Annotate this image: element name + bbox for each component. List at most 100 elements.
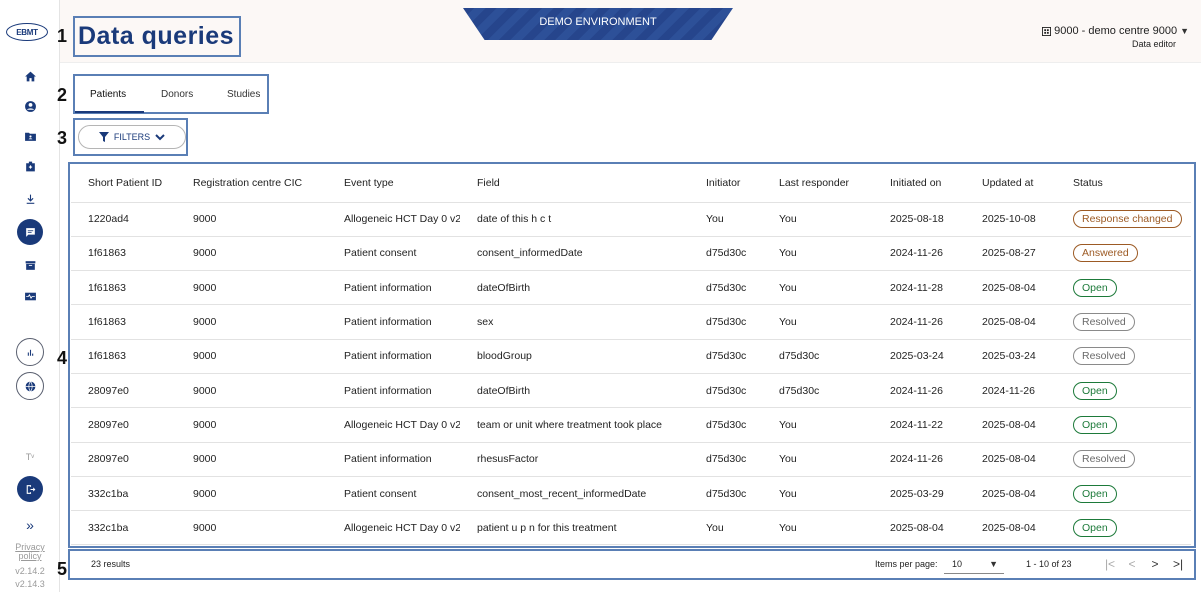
message-icon[interactable] [17,219,43,245]
health-card-icon[interactable] [18,284,42,308]
sidebar: EBMT Tᵛ » Privacy policy v2.14.2 v2.14.3 [0,0,60,592]
table-row[interactable]: 28097e0 9000 Allogeneic HCT Day 0 v2 team o… [71,407,1191,443]
step-number: 4 [57,348,68,368]
cell-last-responder: You [762,304,873,340]
chevron-down-icon [155,133,165,140]
table-row[interactable]: 1f61863 9000 Patient information dateOfBirt… [71,270,1191,306]
cell-event-type: Patient information [327,442,460,477]
page-title: Data queries [73,16,241,57]
home-icon[interactable] [18,64,42,88]
table-row[interactable]: 28097e0 9000 Patient information rhesusFact… [71,442,1191,477]
cell-event-type: Allogeneic HCT Day 0 v2 [327,510,460,546]
first-page-button[interactable]: |< [1100,555,1120,573]
cell-field: consent_most_recent_informedDate [460,476,689,512]
column-header[interactable]: Initiator [689,164,762,203]
cell-initiator: d75d30c [689,407,762,443]
cell-initiated-on: 2025-03-29 [873,476,965,512]
table-row[interactable]: 28097e0 9000 Patient information dateOfBirt… [71,373,1191,409]
cell-initiator: You [689,202,762,237]
cell-registration-cic: 9000 [176,407,327,443]
text-size-toggle[interactable]: Tᵛ [0,452,60,462]
cell-updated-at: 2025-08-27 [965,236,1056,272]
queries-table: Short Patient ID Registration centre CIC… [71,164,1191,546]
ebmt-logo[interactable]: EBMT [6,23,48,41]
medical-bag-icon[interactable] [18,154,42,178]
cell-updated-at: 2024-11-26 [965,373,1056,409]
table-row[interactable]: 332c1ba 9000 Allogeneic HCT Day 0 v2 patien… [71,510,1191,546]
cell-status: Open [1056,510,1191,546]
cell-initiated-on: 2025-08-18 [873,202,965,237]
cell-event-type: Allogeneic HCT Day 0 v2 [327,202,460,237]
cell-registration-cic: 9000 [176,510,327,546]
cell-patient-id: 1f61863 [71,339,176,374]
filters-button[interactable]: FILTERS [78,125,186,149]
step-number: 5 [57,559,68,579]
bar-chart-icon[interactable] [16,338,44,366]
cell-status: Open [1056,373,1191,409]
cell-field: dateOfBirth [460,270,689,306]
table-header-row: Short Patient ID Registration centre CIC… [71,164,1191,203]
cell-initiated-on: 2024-11-26 [873,373,965,409]
logout-icon[interactable] [17,476,43,502]
cell-field: sex [460,304,689,340]
cell-event-type: Patient information [327,373,460,409]
cell-last-responder: You [762,202,873,237]
cell-event-type: Patient consent [327,476,460,512]
cell-registration-cic: 9000 [176,339,327,374]
column-header[interactable]: Field [460,164,689,203]
download-icon[interactable] [18,187,42,211]
step-number: 3 [57,128,68,148]
caret-down-icon: ▼ [1180,26,1189,36]
logo-text: EBMT [16,27,38,37]
cell-status: Resolved [1056,304,1191,340]
active-tab-indicator [75,111,144,113]
column-header[interactable]: Updated at [965,164,1056,203]
table-body: 1220ad4 9000 Allogeneic HCT Day 0 v2 date o… [71,202,1191,546]
tab-patients[interactable]: Patients [90,89,126,100]
column-header[interactable]: Status [1056,164,1191,203]
table-row[interactable]: 1f61863 9000 Patient consent consent_inform… [71,236,1191,272]
centre-selector[interactable]: 9000 - demo centre 9000 ▼ Data editor [1042,25,1189,49]
cell-field: team or unit where treatment took place [460,407,689,443]
cell-updated-at: 2025-08-04 [965,304,1056,340]
expand-sidebar-button[interactable]: » [0,517,60,533]
cell-initiated-on: 2024-11-26 [873,442,965,477]
cell-field: date of this h c t [460,202,689,237]
status-badge: Open [1073,381,1117,400]
column-header[interactable]: Last responder [762,164,873,203]
cell-last-responder: d75d30c [762,373,873,409]
privacy-policy-link[interactable]: Privacy policy [14,543,46,561]
column-header[interactable]: Initiated on [873,164,965,203]
archive-icon[interactable] [18,253,42,277]
folder-user-icon[interactable] [18,124,42,148]
account-icon[interactable] [18,94,42,118]
items-per-page-label: Items per page: [875,559,938,569]
table-row[interactable]: 1f61863 9000 Patient information sex d75d30c… [71,304,1191,340]
cell-updated-at: 2025-08-04 [965,476,1056,512]
user-role: Data editor [1131,39,1176,49]
globe-icon[interactable] [16,372,44,400]
filter-icon [98,132,109,142]
cell-field: bloodGroup [460,339,689,374]
tab-studies[interactable]: Studies [227,89,260,100]
cell-initiator: d75d30c [689,304,762,340]
column-header[interactable]: Registration centre CIC [176,164,327,203]
cell-registration-cic: 9000 [176,476,327,512]
column-header[interactable]: Short Patient ID [71,164,176,203]
table-row[interactable]: 332c1ba 9000 Patient consent consent_most_r… [71,476,1191,512]
table-row[interactable]: 1f61863 9000 Patient information bloodGroup… [71,339,1191,374]
cell-initiator: You [689,510,762,546]
cell-status: Resolved [1056,442,1191,477]
filters-section: FILTERS [73,118,188,156]
tab-donors[interactable]: Donors [161,89,193,100]
paginator: 23 results Items per page: 10 ▼ 1 - 10 o… [68,549,1196,580]
cell-initiator: d75d30c [689,339,762,374]
cell-status: Open [1056,407,1191,443]
last-page-button[interactable]: >| [1168,555,1188,573]
previous-page-button[interactable]: < [1122,555,1142,573]
cell-registration-cic: 9000 [176,236,327,272]
items-per-page-select[interactable]: 10 ▼ [944,554,1004,574]
next-page-button[interactable]: > [1145,555,1165,573]
table-row[interactable]: 1220ad4 9000 Allogeneic HCT Day 0 v2 date o… [71,202,1191,237]
column-header[interactable]: Event type [327,164,460,203]
